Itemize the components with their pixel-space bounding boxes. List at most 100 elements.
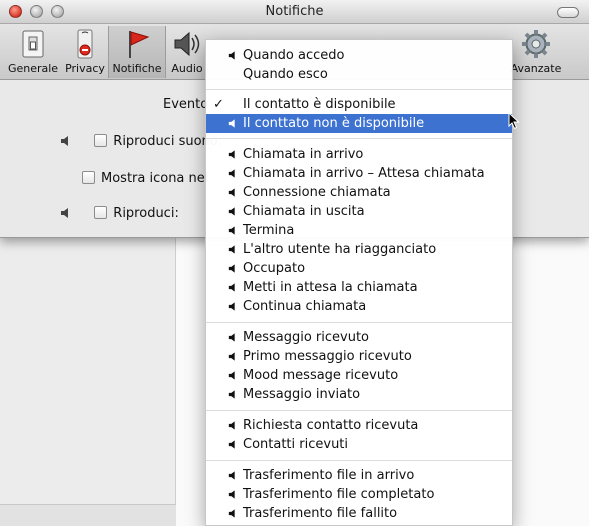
menu-item-label: Contatti ricevuti — [243, 437, 349, 452]
speaker-icon — [228, 51, 235, 60]
show-icon-label: Mostra icona nel — [101, 171, 209, 186]
menu-item-label: Occupato — [243, 261, 306, 276]
speaker-icon — [228, 440, 235, 449]
menu-item-label: Il contatto è disponibile — [243, 97, 396, 112]
title-bar: Notifiche — [0, 0, 589, 24]
menu-separator — [206, 410, 512, 411]
menu-item-label: Quando accedo — [243, 48, 345, 63]
window-title: Notifiche — [265, 4, 324, 19]
checkmark-icon: ✓ — [213, 97, 224, 112]
speaker-icon — [228, 509, 235, 518]
menu-item[interactable]: Continua chiamata — [206, 297, 512, 316]
speaker-icon — [228, 352, 235, 361]
menu-item[interactable]: Messaggio inviato — [206, 385, 512, 404]
speaker-icon — [228, 188, 235, 197]
speaker-icon — [228, 150, 235, 159]
menu-item-label: Il conttato non è disponibile — [243, 116, 425, 131]
speaker-icon — [61, 136, 68, 146]
speaker-icon — [228, 390, 235, 399]
evento-dropdown-menu: Quando accedo Quando esco ✓ Il contatto … — [205, 39, 513, 526]
menu-item[interactable]: Chiamata in arrivo – Attesa chiamata — [206, 164, 512, 183]
speaker-icon — [228, 302, 235, 311]
menu-item[interactable]: Mood message ricevuto — [206, 366, 512, 385]
play-sound-checkbox[interactable] — [94, 134, 108, 147]
toolbar-item-generale[interactable]: Generale — [4, 26, 62, 78]
speaker-icon — [61, 208, 68, 218]
toolbar-item-label: Audio — [171, 62, 203, 75]
menu-item[interactable]: L'altro utente ha riagganciato — [206, 240, 512, 259]
speaker-icon — [228, 490, 235, 499]
menu-item[interactable]: Metti in attesa la chiamata — [206, 278, 512, 297]
menu-item[interactable]: Connessione chiamata — [206, 183, 512, 202]
menu-item-contatto-non-disponibile[interactable]: Il conttato non è disponibile — [206, 114, 512, 133]
menu-item-label: Mood message ricevuto — [243, 368, 399, 383]
menu-item[interactable]: Chiamata in uscita — [206, 202, 512, 221]
toolbar-item-audio[interactable]: Audio — [168, 26, 206, 78]
mouse-cursor-icon — [508, 112, 520, 130]
speaker-icon — [228, 283, 235, 292]
speaker-icon — [228, 371, 235, 380]
menu-item-label: Chiamata in uscita — [243, 204, 365, 219]
menu-item[interactable]: Messaggio ricevuto — [206, 328, 512, 347]
menu-item[interactable]: Trasferimento file completato — [206, 485, 512, 504]
menu-item-label: Metti in attesa la chiamata — [243, 280, 418, 295]
speaker-icon — [228, 169, 235, 178]
menu-item-label: Trasferimento file in arrivo — [243, 468, 415, 483]
speaker-icon — [228, 226, 235, 235]
menu-item[interactable]: Richiesta contatto ricevuta — [206, 416, 512, 435]
toolbar-item-label: Privacy — [65, 62, 105, 75]
menu-item-label: Quando esco — [243, 67, 328, 82]
menu-item[interactable]: Contatti ricevuti — [206, 435, 512, 454]
menu-separator — [206, 322, 512, 323]
evento-label: Evento — [163, 97, 209, 112]
speaker-icon — [228, 264, 235, 273]
background-sidebar-footer — [0, 504, 176, 526]
speaker-icon — [228, 119, 235, 128]
menu-item[interactable]: Trasferimento file in arrivo — [206, 466, 512, 485]
speaker-icon — [228, 245, 235, 254]
menu-item-label: Richiesta contatto ricevuta — [243, 418, 419, 433]
gear-icon — [522, 30, 550, 58]
menu-item[interactable]: Primo messaggio ricevuto — [206, 347, 512, 366]
toolbar-item-label: Notifiche — [112, 62, 162, 75]
menu-item-label: L'altro utente ha riagganciato — [243, 242, 437, 257]
play-label: Riproduci: — [113, 206, 179, 221]
play-checkbox[interactable] — [94, 206, 108, 219]
show-icon-option: Mostra icona nel — [82, 171, 208, 186]
menu-item-label: Primo messaggio ricevuto — [243, 349, 412, 364]
menu-item[interactable]: Occupato — [206, 259, 512, 278]
menu-item-label: Trasferimento file completato — [243, 487, 435, 502]
menu-item-label: Chiamata in arrivo – Attesa chiamata — [243, 166, 485, 181]
speaker-icon — [228, 207, 235, 216]
menu-item-label: Messaggio inviato — [243, 387, 361, 402]
toolbar-item-notifiche[interactable]: Notifiche — [108, 26, 166, 78]
show-icon-checkbox[interactable] — [82, 171, 95, 184]
flag-icon — [129, 31, 150, 58]
menu-item-label: Continua chiamata — [243, 299, 367, 314]
menu-item-label: Chiamata in arrivo — [243, 147, 364, 162]
speaker-icon — [228, 471, 235, 480]
menu-item[interactable]: Chiamata in arrivo — [206, 145, 512, 164]
menu-item-contatto-disponibile[interactable]: ✓ Il contatto è disponibile — [206, 95, 512, 114]
toolbar-item-label: Avanzate — [510, 62, 562, 75]
menu-item[interactable]: Termina — [206, 221, 512, 240]
toolbar-toggle-button[interactable] — [557, 7, 579, 18]
menu-item-label: Trasferimento file fallito — [243, 506, 398, 521]
menu-item-quando-esco[interactable]: Quando esco — [206, 65, 512, 84]
menu-separator — [206, 460, 512, 461]
menu-item-label: Termina — [243, 223, 295, 238]
speaker-icon — [174, 31, 200, 57]
speaker-icon — [228, 333, 235, 342]
privacy-sign-icon — [77, 29, 93, 59]
menu-item-label: Connessione chiamata — [243, 185, 391, 200]
speaker-icon — [228, 421, 235, 430]
menu-item[interactable]: Trasferimento file fallito — [206, 504, 512, 523]
toolbar-item-avanzate[interactable]: Avanzate — [507, 26, 565, 78]
menu-item-quando-accedo[interactable]: Quando accedo — [206, 46, 512, 65]
switch-icon — [22, 30, 44, 58]
menu-separator — [206, 89, 512, 90]
play-sound-option: Riproduci suono: — [60, 134, 222, 149]
toolbar-item-privacy[interactable]: Privacy — [64, 26, 106, 78]
menu-item-label: Messaggio ricevuto — [243, 330, 370, 345]
background-sidebar — [0, 236, 176, 526]
